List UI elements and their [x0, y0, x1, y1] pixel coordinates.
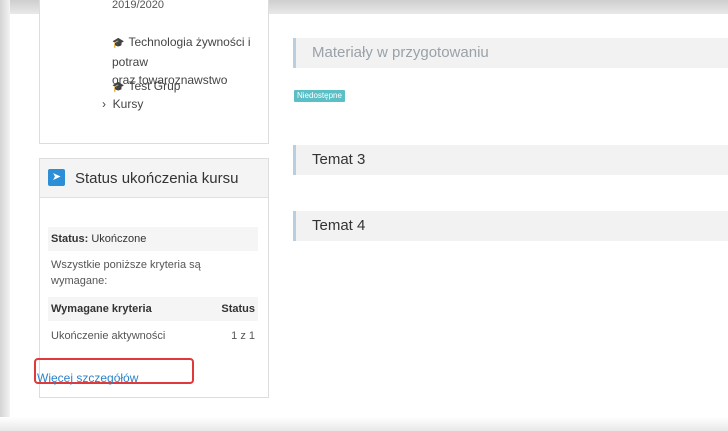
- section-title: Temat 3: [312, 151, 366, 168]
- section-temat-4[interactable]: Temat 4: [293, 211, 728, 241]
- table-row: Ukończenie aktywności 1 z 1: [48, 325, 258, 347]
- status-row: Status: Ukończone: [48, 227, 258, 251]
- section-materials[interactable]: Materiały w przygotowaniu: [293, 38, 728, 68]
- nav-item-kursy[interactable]: › Kursy: [102, 97, 143, 111]
- chevron-right-icon: ›: [102, 97, 106, 111]
- unavailable-badge: Niedostępne: [294, 90, 345, 102]
- graduation-cap-icon: 🎓: [112, 38, 125, 49]
- graduation-cap-icon: 🎓: [112, 82, 125, 93]
- header-criteria: Wymagane kryteria: [51, 303, 152, 315]
- block-header: ➤ Status ukończenia kursu: [40, 159, 268, 198]
- criteria-table-header: Wymagane kryteria Status: [48, 297, 258, 321]
- criteria-note: Wszystkie poniższe kryteria są wymagane:: [51, 259, 201, 287]
- section-temat-3[interactable]: Temat 3: [293, 145, 728, 175]
- course-completion-status-block: ➤ Status ukończenia kursu Status: Ukończ…: [34, 158, 269, 398]
- window-frame-left: [0, 0, 10, 431]
- navigation-block: 2019/2020 🎓 Technologia żywności i potraw…: [39, 0, 269, 144]
- nav-item-label: Technologia żywności i potraw: [112, 35, 251, 69]
- nav-item-test-grup[interactable]: 🎓 Test Grup: [112, 77, 180, 97]
- nav-item-label: Kursy: [112, 97, 144, 111]
- status-value: Ukończone: [91, 233, 147, 245]
- status-label: Status:: [51, 233, 89, 245]
- section-title: Materiały w przygotowaniu: [312, 44, 489, 61]
- pin-icon[interactable]: ➤: [48, 169, 65, 186]
- criteria-name: Ukończenie aktywności: [51, 330, 166, 342]
- more-details-link[interactable]: Więcej szczegółów: [37, 371, 138, 385]
- section-title: Temat 4: [312, 217, 366, 234]
- window-frame-bottom: [0, 417, 728, 431]
- nav-item-cut[interactable]: 2019/2020: [112, 0, 164, 11]
- block-title: Status ukończenia kursu: [75, 170, 239, 187]
- nav-item-label: Test Grup: [128, 79, 181, 93]
- criteria-status: 1 z 1: [231, 330, 255, 342]
- header-status: Status: [221, 303, 255, 315]
